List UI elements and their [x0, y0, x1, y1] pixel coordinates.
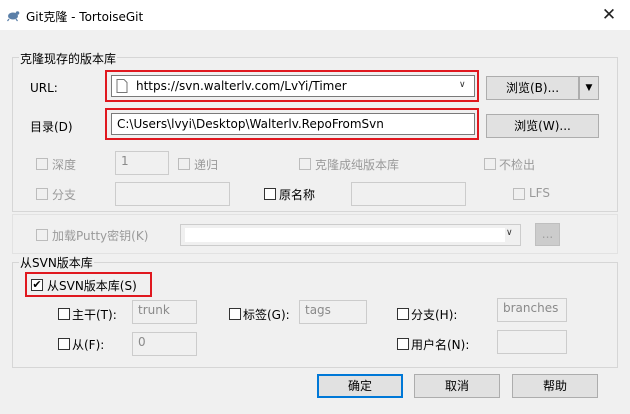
- depth-label: 深度: [52, 158, 77, 172]
- origin-name-checkbox[interactable]: [264, 188, 276, 200]
- cancel-button[interactable]: 取消: [414, 374, 500, 398]
- username-input[interactable]: [497, 330, 567, 354]
- username-label: 用户名(N):: [411, 338, 470, 352]
- browse-dir-button[interactable]: 浏览(W)...: [486, 114, 599, 138]
- origin-name-label: 原名称: [279, 188, 316, 202]
- from-checkbox[interactable]: [58, 338, 70, 350]
- dir-value: C:\Users\lvyi\Desktop\Walterlv.RepoFromS…: [117, 117, 384, 131]
- recursive-label: 递归: [194, 158, 219, 172]
- from-svn-checkbox[interactable]: [31, 279, 43, 291]
- from-svn-label: 从SVN版本库(S): [47, 279, 137, 293]
- dir-input[interactable]: C:\Users\lvyi\Desktop\Walterlv.RepoFromS…: [111, 113, 475, 135]
- tags-checkbox[interactable]: [229, 308, 241, 320]
- trunk-input[interactable]: trunk: [132, 300, 197, 324]
- ok-button[interactable]: 确定: [317, 374, 403, 398]
- svn-group-title: 从SVN版本库: [19, 254, 94, 271]
- url-value: https://svn.walterlv.com/LvYi/Timer: [136, 79, 347, 93]
- branches-input[interactable]: branches: [497, 298, 567, 322]
- tags-input[interactable]: tags: [299, 300, 367, 324]
- depth-input[interactable]: 1: [115, 151, 169, 175]
- bare-checkbox[interactable]: [299, 158, 311, 170]
- depth-checkbox[interactable]: [36, 158, 48, 170]
- putty-browse-button[interactable]: ...: [535, 223, 560, 246]
- clone-group-title: 克隆现存的版本库: [19, 50, 118, 67]
- close-icon[interactable]: ✕: [596, 5, 622, 25]
- lfs-label: LFS: [529, 186, 550, 200]
- branch-label: 分支: [52, 188, 77, 202]
- document-icon: [116, 79, 128, 93]
- tortoisegit-icon: [7, 11, 20, 22]
- tags-label: 标签(G):: [243, 308, 290, 322]
- branch-input[interactable]: [115, 182, 230, 206]
- trunk-label: 主干(T):: [72, 308, 117, 322]
- putty-label: 加载Putty密钥(K): [52, 229, 149, 243]
- branch-checkbox[interactable]: [36, 188, 48, 200]
- window-title: Git克隆 - TortoiseGit: [26, 10, 144, 24]
- url-label: URL:: [30, 81, 58, 95]
- branches-label: 分支(H):: [411, 308, 458, 322]
- putty-checkbox[interactable]: [36, 229, 48, 241]
- dir-label: 目录(D): [30, 120, 73, 134]
- help-button[interactable]: 帮助: [512, 374, 598, 398]
- no-checkout-checkbox[interactable]: [484, 158, 496, 170]
- putty-combobox[interactable]: [180, 224, 521, 246]
- url-combobox[interactable]: https://svn.walterlv.com/LvYi/Timer: [111, 75, 475, 97]
- lfs-checkbox[interactable]: [513, 188, 525, 200]
- browse-url-dropdown[interactable]: ▼: [579, 76, 599, 100]
- username-checkbox[interactable]: [397, 338, 409, 350]
- browse-url-button[interactable]: 浏览(B)...: [486, 76, 579, 100]
- recursive-checkbox[interactable]: [178, 158, 190, 170]
- origin-name-input[interactable]: [351, 182, 466, 206]
- branches-checkbox[interactable]: [397, 308, 409, 320]
- trunk-checkbox[interactable]: [58, 308, 70, 320]
- no-checkout-label: 不检出: [499, 158, 536, 172]
- from-label: 从(F):: [72, 338, 105, 352]
- from-input[interactable]: 0: [132, 332, 197, 356]
- bare-label: 克隆成纯版本库: [315, 158, 400, 172]
- putty-chevron-down-icon[interactable]: ∨: [506, 228, 513, 238]
- chevron-down-icon[interactable]: ∨: [459, 80, 466, 90]
